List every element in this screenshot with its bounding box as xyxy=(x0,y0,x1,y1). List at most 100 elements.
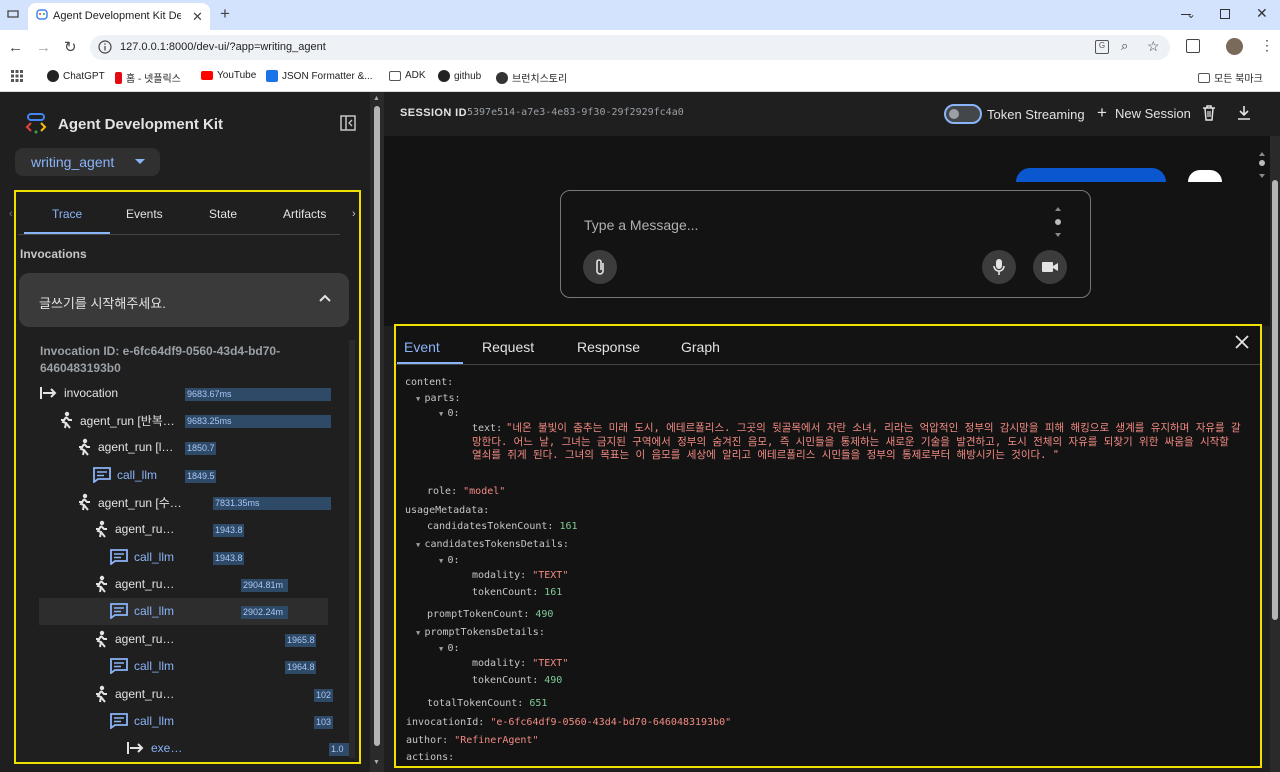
apps-icon[interactable] xyxy=(11,70,23,82)
bookmark-star-icon[interactable]: ☆ xyxy=(1147,38,1160,55)
token-streaming-label: Token Streaming xyxy=(987,107,1085,122)
site-info-icon[interactable] xyxy=(98,40,112,54)
extensions-icon[interactable] xyxy=(1186,39,1200,53)
trace-duration-bar: 1849.5 xyxy=(185,470,216,483)
json-index-0[interactable]: ▼ 0: xyxy=(439,408,459,419)
tab-search-icon[interactable] xyxy=(7,8,19,20)
trace-row-agent-run[interactable]: agent_run [수… xyxy=(76,492,182,512)
trace-duration-bar: 1850.7 xyxy=(185,442,216,455)
json-key-content: content: xyxy=(405,377,454,388)
running-person-icon xyxy=(93,685,109,703)
json-key-parts[interactable]: ▼ parts: xyxy=(416,393,461,404)
new-tab-icon[interactable]: + xyxy=(220,4,230,24)
trace-duration-bar: 1.0 xyxy=(329,743,349,756)
trace-row-agent-run[interactable]: agent_run [반복… xyxy=(58,410,175,430)
close-panel-icon[interactable] xyxy=(1235,335,1249,349)
trace-duration-bar: 1943.8 xyxy=(213,524,244,537)
sidebar-scrollbar-thumb[interactable] xyxy=(374,106,380,746)
running-person-icon xyxy=(93,575,109,593)
reload-icon[interactable]: ↻ xyxy=(64,38,77,56)
zoom-icon[interactable]: ⌕ xyxy=(1121,38,1128,54)
chevron-up-icon[interactable] xyxy=(319,293,331,303)
bookmark-youtube[interactable]: YouTube xyxy=(201,70,256,81)
youtube-icon xyxy=(201,71,213,80)
message-input[interactable]: Type a Message... xyxy=(584,217,698,233)
tab-artifacts[interactable]: Artifacts xyxy=(283,207,326,221)
tab-response[interactable]: Response xyxy=(577,339,640,355)
chat-scroll-icon[interactable] xyxy=(1257,150,1267,180)
trace-duration-bar: 1943.8 xyxy=(213,552,244,565)
bookmark-adk[interactable]: ADK xyxy=(389,70,426,81)
tab-trace[interactable]: Trace xyxy=(52,207,82,221)
message-composer[interactable] xyxy=(560,190,1091,298)
main-scrollbar-thumb[interactable] xyxy=(1272,180,1278,620)
trace-row-agent-run[interactable]: agent_run [l… xyxy=(76,437,173,457)
attach-button[interactable] xyxy=(583,250,617,284)
trace-row-call-llm[interactable]: call_llm xyxy=(110,547,174,567)
tab-events[interactable]: Events xyxy=(126,207,163,221)
tab-graph[interactable]: Graph xyxy=(681,339,720,355)
json-modality: modality: "TEXT" xyxy=(472,570,569,581)
tab-event[interactable]: Event xyxy=(404,339,440,355)
translate-icon[interactable]: G xyxy=(1095,40,1109,54)
token-streaming-toggle[interactable] xyxy=(944,104,982,124)
trace-label: agent_ru… xyxy=(115,632,175,646)
trace-row-execute[interactable]: exe… xyxy=(127,738,182,758)
trace-row-agent-run[interactable]: agent_ru… xyxy=(93,684,174,704)
video-button[interactable] xyxy=(1033,250,1067,284)
trace-duration-bar: 9683.25ms xyxy=(185,415,331,428)
browser-menu-icon[interactable]: ⋮ xyxy=(1260,37,1274,54)
browser-tab[interactable]: Agent Development Kit Dev U ✕ xyxy=(28,3,210,30)
trace-row-call-llm[interactable]: call_llm xyxy=(110,601,174,621)
json-index-0[interactable]: ▼ 0: xyxy=(439,643,459,654)
tab-request[interactable]: Request xyxy=(482,339,534,355)
trace-row-invocation[interactable]: invocation xyxy=(40,383,118,403)
bookmark-github[interactable]: github xyxy=(438,70,481,82)
trace-row-agent-run[interactable]: agent_ru… xyxy=(93,574,174,594)
trace-duration-bar: 2902.24m xyxy=(241,606,288,619)
scroll-down-icon[interactable]: ▼ xyxy=(373,759,380,766)
download-icon[interactable] xyxy=(1237,105,1251,121)
chat-bubble-icon xyxy=(110,658,128,674)
tab-divider xyxy=(396,364,1260,365)
trace-label: agent_run [반복… xyxy=(80,413,175,428)
url-text[interactable]: 127.0.0.1:8000/dev-ui/?app=writing_agent xyxy=(120,41,326,53)
tabs-scroll-right-icon[interactable]: › xyxy=(352,208,356,220)
json-index-0[interactable]: ▼ 0: xyxy=(439,555,459,566)
tabs-scroll-left-icon[interactable]: ‹ xyxy=(9,208,13,220)
microphone-button[interactable] xyxy=(982,250,1016,284)
trace-row-call-llm[interactable]: call_llm xyxy=(110,711,174,731)
scroll-up-icon[interactable]: ▲ xyxy=(373,95,380,102)
invocation-header[interactable]: 글쓰기를 시작해주세요. xyxy=(19,273,349,327)
json-prompt-details[interactable]: ▼ promptTokensDetails: xyxy=(416,627,545,638)
json-cand-count: candidatesTokenCount: 161 xyxy=(427,521,578,532)
tab-state[interactable]: State xyxy=(209,207,237,221)
arrow-right-to-line-icon xyxy=(40,386,58,400)
profile-avatar[interactable] xyxy=(1226,38,1243,55)
close-window-icon[interactable]: ✕ xyxy=(1256,5,1268,22)
bookmark-netflix[interactable]: 홈 - 넷플릭스 xyxy=(115,70,181,85)
back-icon[interactable]: ← xyxy=(8,39,23,56)
bookmark-chatgpt[interactable]: ChatGPT xyxy=(47,70,105,82)
trace-row-call-llm[interactable]: call_llm xyxy=(93,465,157,485)
maximize-icon[interactable] xyxy=(1220,9,1230,19)
composer-scroll-icon[interactable] xyxy=(1053,205,1063,239)
plus-icon: + xyxy=(1097,103,1107,122)
json-text-value: "네온 불빛이 춤추는 미래 도시, 에테르폴리스. 그곳의 뒷골목에서 자란 … xyxy=(472,422,1241,461)
forward-icon[interactable]: → xyxy=(36,39,51,56)
bookmark-json-formatter[interactable]: JSON Formatter &... xyxy=(266,70,373,82)
trace-scrollbar[interactable] xyxy=(349,340,355,758)
delete-session-icon[interactable] xyxy=(1202,105,1216,121)
app-select[interactable]: writing_agent xyxy=(15,148,160,176)
invocation-id: Invocation ID: e-6fc64df9-0560-43d4-bd70… xyxy=(40,344,281,375)
minimize-icon[interactable] xyxy=(1181,14,1191,15)
collapse-panel-icon[interactable] xyxy=(340,115,356,131)
all-bookmarks[interactable]: 모든 북마크 xyxy=(1198,70,1263,85)
trace-row-agent-run[interactable]: agent_ru… xyxy=(93,519,174,539)
json-cand-details[interactable]: ▼ candidatesTokensDetails: xyxy=(416,539,569,550)
bookmark-brunch[interactable]: 브런치스토리 xyxy=(496,70,567,85)
invocation-title: 글쓰기를 시작해주세요. xyxy=(39,296,166,311)
trace-row-call-llm[interactable]: call_llm xyxy=(110,656,174,676)
close-tab-icon[interactable]: ✕ xyxy=(192,9,203,25)
trace-row-agent-run[interactable]: agent_ru… xyxy=(93,629,174,649)
